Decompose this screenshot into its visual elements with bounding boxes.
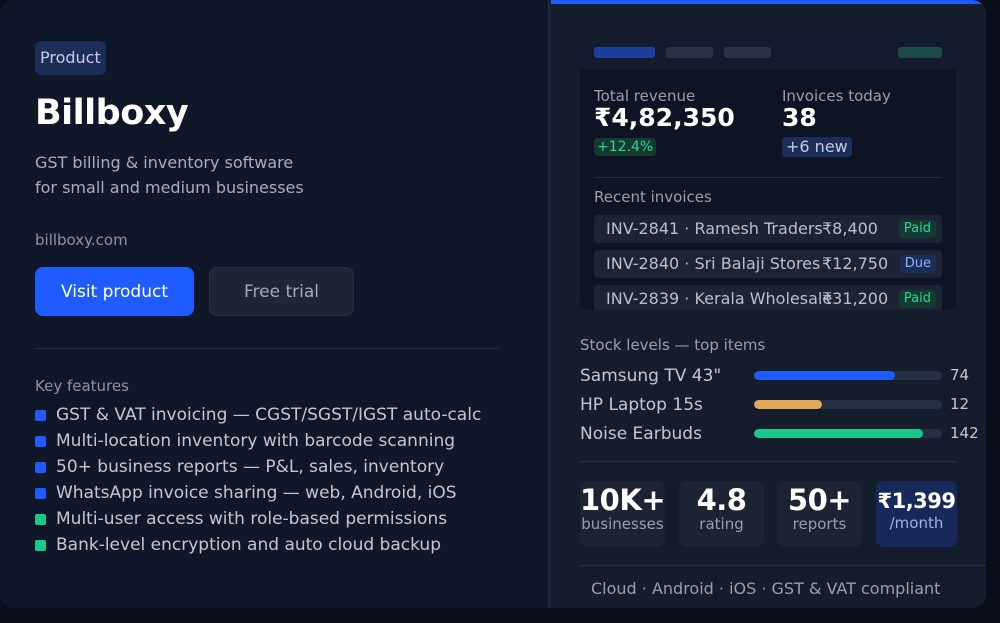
tagline-line-1: GST billing & inventory software	[35, 153, 294, 172]
stock-item-qty: 74	[950, 366, 970, 384]
stock-item-qty: 12	[950, 395, 970, 413]
accent-bar	[551, 0, 986, 4]
invoice-amount: ₹12,750	[822, 254, 889, 273]
dashboard-preview: Total revenue ₹4,82,350 +12.4% Invoices …	[580, 35, 956, 310]
toolbar-tab	[724, 47, 771, 58]
product-domain: billboxy.com	[35, 231, 128, 249]
invoice-row: INV-2840 · Sri Balaji Stores ₹12,750 Due	[594, 250, 942, 278]
feature-label: 50+ business reports — P&L, sales, inven…	[56, 457, 445, 477]
feature-item: WhatsApp invoice sharing — web, Android,…	[35, 480, 481, 506]
stock-item-name: Noise Earbuds	[580, 424, 702, 444]
toolbar-tab	[666, 47, 713, 58]
stock-bar	[754, 371, 942, 380]
feature-label: GST & VAT invoicing — CGST/SGST/IGST aut…	[56, 405, 482, 425]
toolbar-tab-active	[594, 47, 655, 58]
stat-label: businesses	[581, 515, 664, 533]
stock-item: Samsung TV 43" 74	[580, 366, 980, 388]
stat-value: 4.8	[696, 483, 747, 517]
bullet-icon	[35, 435, 46, 447]
visit-product-button[interactable]: Visit product	[35, 267, 194, 316]
invoice-row: INV-2839 · Kerala Wholesale ₹31,200 Paid	[594, 285, 942, 310]
divider	[580, 565, 986, 566]
stat-value: 10K+	[580, 483, 666, 517]
recent-invoices-heading: Recent invoices	[594, 188, 712, 206]
divider	[580, 461, 956, 462]
stat-value: 50+	[787, 483, 852, 517]
invoice-row: INV-2841 · Ramesh Traders ₹8,400 Paid	[594, 215, 942, 243]
bullet-icon	[35, 539, 46, 551]
price-value: ₹1,399	[877, 489, 956, 513]
stock-bar	[754, 400, 942, 409]
feature-item: GST & VAT invoicing — CGST/SGST/IGST aut…	[35, 402, 481, 428]
feature-item: Bank-level encryption and auto cloud bac…	[35, 532, 481, 558]
price-stat-card: ₹1,399 /month	[876, 481, 957, 547]
invoices-delta-badge: +6 new	[782, 137, 852, 157]
toolbar-status-pill	[898, 47, 942, 58]
stat-card: 10K+ businesses	[580, 481, 666, 547]
invoice-amount: ₹8,400	[822, 219, 878, 238]
features-heading: Key features	[35, 377, 129, 395]
feature-item: Multi-user access with role-based permis…	[35, 506, 481, 532]
product-title: Billboxy	[35, 93, 189, 133]
status-badge: Paid	[898, 220, 936, 238]
free-trial-button[interactable]: Free trial	[209, 267, 354, 316]
stat-label: reports	[792, 515, 847, 533]
revenue-delta-badge: +12.4%	[594, 138, 657, 156]
stock-item-name: HP Laptop 15s	[580, 395, 703, 415]
stock-bar-fill	[754, 400, 822, 409]
feature-list: GST & VAT invoicing — CGST/SGST/IGST aut…	[35, 402, 481, 558]
revenue-value: ₹4,82,350	[594, 103, 735, 132]
category-badge: Product	[35, 41, 106, 75]
stat-label: rating	[699, 515, 744, 533]
bullet-icon	[35, 487, 46, 499]
feature-item: 50+ business reports — P&L, sales, inven…	[35, 454, 481, 480]
product-info-panel: Product Billboxy GST billing & inventory…	[0, 0, 548, 608]
feature-label: Multi-user access with role-based permis…	[56, 509, 448, 529]
bullet-icon	[35, 461, 46, 473]
stat-card: 4.8 rating	[679, 481, 764, 547]
status-badge: Due	[899, 255, 936, 273]
stock-item: HP Laptop 15s 12	[580, 395, 980, 417]
product-card: Product Billboxy GST billing & inventory…	[0, 0, 986, 608]
dashboard-toolbar	[580, 35, 956, 69]
divider	[35, 348, 499, 349]
stock-item: Noise Earbuds 142	[580, 424, 980, 446]
invoice-title: INV-2841 · Ramesh Traders	[606, 219, 823, 238]
invoices-today-value: 38	[782, 103, 817, 132]
stock-heading: Stock levels — top items	[580, 336, 766, 354]
product-tagline: GST billing & inventory software for sma…	[35, 150, 455, 200]
divider	[594, 177, 942, 178]
bullet-icon	[35, 513, 46, 525]
tagline-line-2: for small and medium businesses	[35, 178, 304, 197]
invoice-amount: ₹31,200	[822, 289, 889, 308]
feature-label: WhatsApp invoice sharing — web, Android,…	[56, 483, 457, 503]
feature-label: Multi-location inventory with barcode sc…	[56, 431, 456, 451]
stock-bar	[754, 429, 942, 438]
stock-bar-fill	[754, 371, 895, 380]
stock-item-qty: 142	[950, 424, 979, 442]
feature-label: Bank-level encryption and auto cloud bac…	[56, 535, 441, 555]
bullet-icon	[35, 409, 46, 421]
status-badge: Paid	[898, 290, 936, 308]
stock-item-name: Samsung TV 43"	[580, 366, 722, 386]
feature-item: Multi-location inventory with barcode sc…	[35, 428, 481, 454]
stock-bar-fill	[754, 429, 924, 438]
invoice-title: INV-2840 · Sri Balaji Stores	[606, 254, 821, 273]
invoice-title: INV-2839 · Kerala Wholesale	[606, 289, 833, 308]
stat-card: 50+ reports	[777, 481, 862, 547]
platform-footer: Cloud · Android · iOS · GST & VAT compli…	[591, 579, 941, 598]
price-period: /month	[889, 514, 944, 532]
